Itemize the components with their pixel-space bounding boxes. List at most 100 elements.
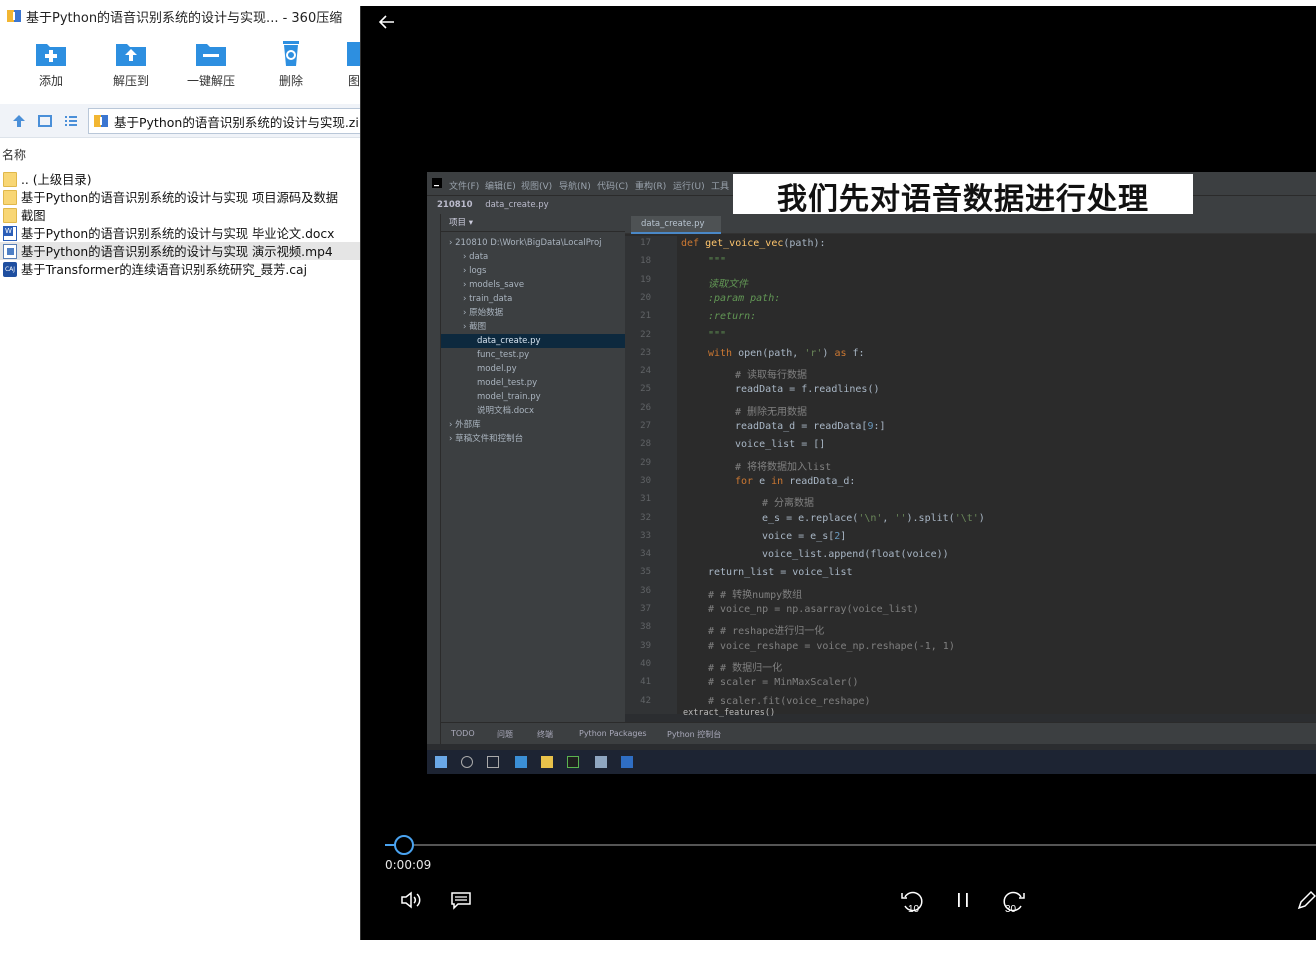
ide-tree-item[interactable]: › 草稿文件和控制台 bbox=[441, 432, 625, 446]
line-number: 27 bbox=[640, 421, 651, 431]
code-line: return_list = voice_list bbox=[708, 567, 853, 579]
line-number: 21 bbox=[640, 311, 651, 322]
ide-tree-item[interactable]: › 原始数据 bbox=[441, 306, 625, 320]
code-line: readData = f.readlines() bbox=[735, 384, 880, 396]
ide-menu-file: 文件(F) bbox=[449, 182, 480, 192]
line-number: 32 bbox=[640, 512, 651, 523]
taskbar-search-icon bbox=[461, 756, 473, 768]
address-bar: 基于Python的语音识别系统的设计与实现.zip\基 bbox=[0, 104, 362, 138]
back-arrow-icon[interactable] bbox=[377, 12, 397, 32]
ide-tree-item[interactable]: 说明文档.docx bbox=[441, 404, 625, 418]
volume-button[interactable] bbox=[399, 888, 427, 916]
ide-tree-item[interactable]: › 210810 D:\Work\BigData\LocalProj bbox=[441, 236, 625, 250]
ide-bottom-toolbar: TODO 问题 终端 Python Packages Python 控制台 bbox=[441, 722, 1316, 744]
ide-project-tree: › 210810 D:\Work\BigData\LocalProj › data… bbox=[441, 236, 625, 446]
code-line: # voice_np = np.asarray(voice_list) bbox=[708, 604, 919, 615]
code-line: # 读取每行数据 bbox=[735, 370, 808, 382]
code-line: voice_list.append(float(voice)) bbox=[762, 549, 949, 561]
ide-menu-tools: 工具 bbox=[711, 182, 730, 192]
ide-tool-strip bbox=[427, 214, 441, 744]
code-line: # scaler = MinMaxScaler() bbox=[708, 677, 859, 689]
file-row-demo-video[interactable]: 基于Python的语音识别系统的设计与实现 演示视频.mp4 bbox=[0, 242, 362, 260]
ide-tree-item[interactable]: › models_save bbox=[441, 278, 625, 292]
pause-button[interactable] bbox=[951, 888, 979, 916]
video-frame[interactable]: 文件(F) 编辑(E) 视图(V) 导航(N) 代码(C) 重构(R) 运行(U… bbox=[427, 172, 1316, 774]
extract-folder-icon bbox=[116, 44, 146, 66]
extract-to-button-label: 解压到 bbox=[112, 74, 149, 88]
ide-tree-item-label: › models_save bbox=[463, 280, 525, 290]
edit-button[interactable] bbox=[1295, 888, 1316, 916]
ide-function-hint: extract_features() bbox=[683, 708, 776, 718]
code-line: # # 数据归一化 bbox=[708, 662, 783, 674]
recycle-bin-icon bbox=[283, 41, 299, 66]
line-number: 29 bbox=[640, 457, 651, 468]
code-line: # 分离数据 bbox=[762, 498, 815, 510]
ide-tree-item[interactable]: func_test.py bbox=[441, 348, 625, 362]
pause-icon bbox=[958, 893, 968, 907]
ide-tab-todo: TODO bbox=[451, 729, 475, 738]
ide-tree-item-label: › logs bbox=[463, 266, 487, 276]
code-line: # voice_reshape = voice_np.reshape(-1, 1… bbox=[708, 640, 955, 652]
ide-tree-item-label: › 外部库 bbox=[449, 420, 481, 430]
file-row-screenshots[interactable]: 截图 bbox=[0, 206, 362, 224]
line-number: 36 bbox=[640, 585, 651, 596]
current-time: 0:00:09 bbox=[385, 858, 432, 872]
up-arrow-icon[interactable] bbox=[12, 114, 26, 128]
ide-tree-item[interactable]: model.py bbox=[441, 362, 625, 376]
file-explorer-icon bbox=[541, 756, 553, 768]
video-player: 文件(F) 编辑(E) 视图(V) 导航(N) 代码(C) 重构(R) 运行(U… bbox=[360, 6, 1316, 940]
view-mode-icon[interactable] bbox=[38, 114, 52, 128]
file-row-parent[interactable]: .. (上级目录) bbox=[0, 170, 362, 188]
file-row-source-folder[interactable]: 基于Python的语音识别系统的设计与实现 项目源码及数据 bbox=[0, 188, 362, 206]
ide-tree-item[interactable]: › 外部库 bbox=[441, 418, 625, 432]
ide-tree-item[interactable]: model_test.py bbox=[441, 376, 625, 390]
code-line: # scaler.fit(voice_reshape) bbox=[708, 695, 871, 707]
file-row-thesis-docx[interactable]: 基于Python的语音识别系统的设计与实现 毕业论文.docx bbox=[0, 224, 362, 242]
quick-extract-icon bbox=[196, 44, 226, 66]
skip-forward-button[interactable]: 30 bbox=[1001, 888, 1029, 916]
ide-tree-item[interactable]: model_train.py bbox=[441, 390, 625, 404]
code-line: # # reshape进行归一化 bbox=[708, 626, 825, 638]
file-name: 基于Transformer的连续语音识别系统研究_聂芳.caj bbox=[21, 263, 308, 277]
line-number: 17 bbox=[640, 238, 651, 248]
line-number: 33 bbox=[640, 530, 651, 541]
line-number: 38 bbox=[640, 622, 651, 633]
code-line: :param path: bbox=[708, 292, 781, 304]
column-header-name[interactable]: 名称 bbox=[0, 146, 362, 164]
list-view-icon[interactable] bbox=[64, 114, 78, 128]
skip-back-button[interactable]: 10 bbox=[899, 888, 927, 916]
file-row-caj[interactable]: CAJ 基于Transformer的连续语音识别系统研究_聂芳.caj bbox=[0, 260, 362, 278]
ide-tree-item-label: func_test.py bbox=[477, 350, 530, 360]
window-title-bar: 基于Python的语音识别系统的设计与实现... - 360压缩 bbox=[0, 0, 362, 32]
ide-tab-terminal: 终端 bbox=[537, 730, 553, 739]
ide-project-name: 210810 bbox=[437, 200, 473, 210]
progress-thumb[interactable] bbox=[393, 835, 414, 855]
ide-tree-item-label: › 截图 bbox=[463, 322, 487, 332]
volume-icon bbox=[401, 891, 421, 909]
word-doc-icon bbox=[3, 225, 17, 241]
ide-tree-item[interactable]: › 截图 bbox=[441, 320, 625, 334]
add-button[interactable]: 添加 bbox=[16, 38, 86, 96]
quick-extract-button[interactable]: 一键解压 bbox=[176, 38, 246, 96]
ide-tree-item[interactable]: data_create.py bbox=[441, 334, 625, 348]
ide-tree-item[interactable]: › data bbox=[441, 250, 625, 264]
ide-editor-tab-active: data_create.py bbox=[631, 216, 721, 234]
code-line: for e in readData_d: bbox=[735, 475, 856, 487]
skip-forward-label: 30 bbox=[1005, 904, 1017, 914]
code-line: # # 转换numpy数组 bbox=[708, 589, 803, 601]
pycharm-logo-icon bbox=[432, 178, 442, 188]
file-name: 截图 bbox=[21, 209, 46, 223]
subtitles-button[interactable] bbox=[449, 888, 477, 916]
ide-tree-item[interactable]: › logs bbox=[441, 264, 625, 278]
ide-code-area: def get_voice_vec(path): """ 读取文件:param pa… bbox=[681, 236, 1316, 714]
code-line: # 将将数据加入list bbox=[735, 461, 832, 473]
delete-button[interactable]: 删除 bbox=[256, 38, 326, 96]
ide-tree-item-label: › data bbox=[463, 252, 489, 262]
progress-track[interactable] bbox=[385, 844, 1316, 846]
ide-tree-item[interactable]: › train_data bbox=[441, 292, 625, 306]
code-line: with open(path, 'r') as f: bbox=[708, 347, 865, 359]
address-path-field[interactable]: 基于Python的语音识别系统的设计与实现.zip\基 bbox=[88, 108, 362, 134]
code-line: """ bbox=[708, 256, 727, 268]
extract-to-button[interactable]: 解压到 bbox=[96, 38, 166, 96]
ide-tree-item-label: › 210810 D:\Work\BigData\LocalProj bbox=[449, 238, 602, 248]
